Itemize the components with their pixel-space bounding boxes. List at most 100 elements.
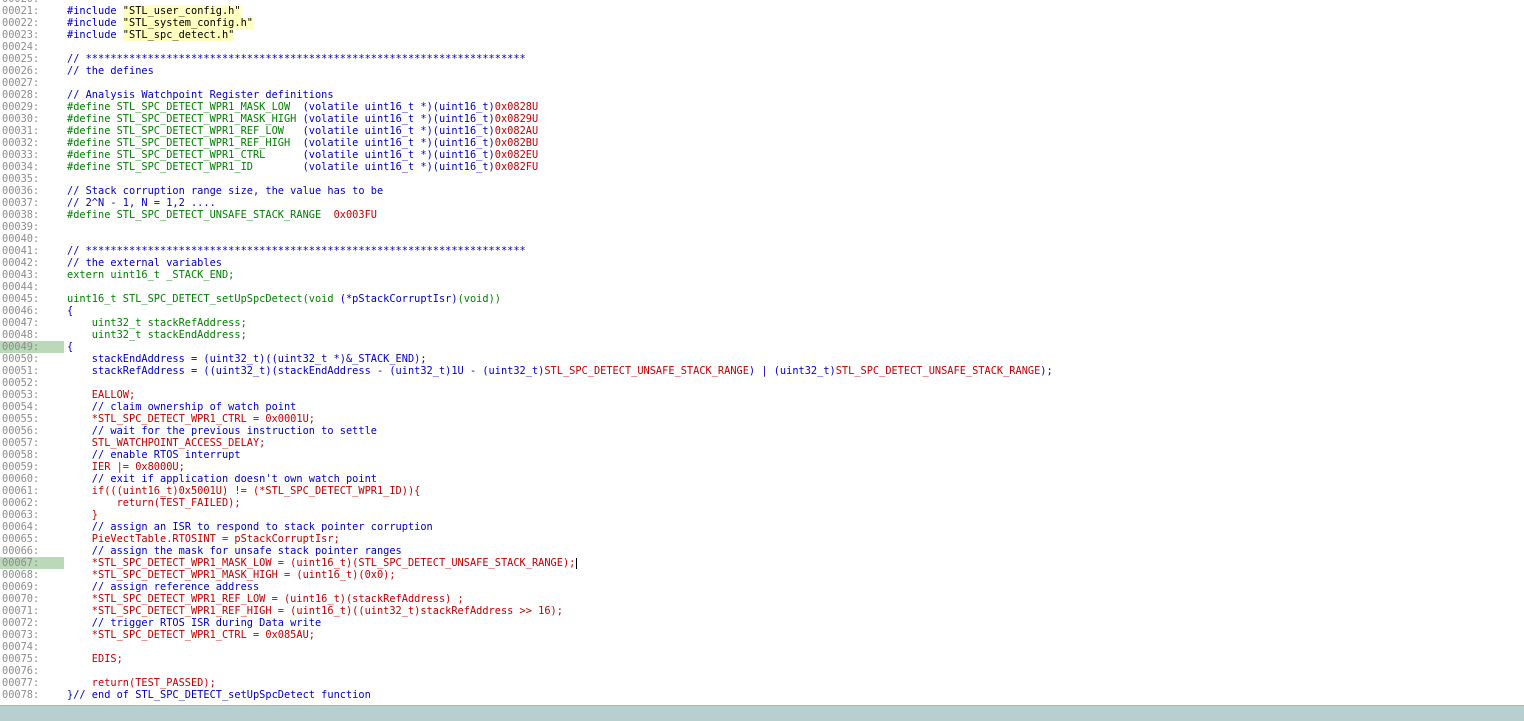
code-line[interactable]: 00053: EALLOW;: [0, 389, 1524, 401]
code-line[interactable]: 00040:: [0, 233, 1524, 245]
code-line[interactable]: 00074:: [0, 641, 1524, 653]
line-number: 00022:: [2, 17, 40, 29]
code-line[interactable]: 00033: #define STL_SPC_DETECT_WPR1_CTRL (…: [0, 149, 1524, 161]
code-line[interactable]: 00034: #define STL_SPC_DETECT_WPR1_ID (vo…: [0, 161, 1524, 173]
code-line[interactable]: 00051: stackRefAddress = ((uint32_t)(sta…: [0, 365, 1524, 377]
code-line[interactable]: 00052:: [0, 377, 1524, 389]
code-line[interactable]: 00054: // claim ownership of watch point: [0, 401, 1524, 413]
code-line[interactable]: 00072: // trigger RTOS ISR during Data w…: [0, 617, 1524, 629]
code-line[interactable]: 00070: *STL_SPC_DETECT_WPR1_REF_LOW = (u…: [0, 593, 1524, 605]
code-line[interactable]: 00027:: [0, 77, 1524, 89]
status-bar: [0, 705, 1524, 721]
code-token: 0x082AU: [494, 125, 539, 137]
code-line[interactable]: 00043: extern uint16_t _STACK_END;: [0, 269, 1524, 281]
code-line[interactable]: 00055: *STL_SPC_DETECT_WPR1_CTRL = 0x000…: [0, 413, 1524, 425]
code-line[interactable]: 00030: #define STL_SPC_DETECT_WPR1_MASK_H…: [0, 113, 1524, 125]
code-token: // claim ownership of watch point: [67, 401, 297, 413]
code-line[interactable]: 00078:}// end of STL_SPC_DETECT_setUpSpc…: [0, 689, 1524, 701]
line-code: #define STL_SPC_DETECT_WPR1_REF_LOW (vol…: [67, 125, 538, 137]
line-code: #include "STL_system_config.h": [67, 17, 253, 29]
code-token: "STL_user_config.h": [122, 5, 241, 17]
code-line[interactable]: 00036: // Stack corruption range size, th…: [0, 185, 1524, 197]
line-number: 00026:: [2, 65, 40, 77]
code-line[interactable]: 00075: EDIS;: [0, 653, 1524, 665]
code-line[interactable]: 00046: {: [0, 305, 1524, 317]
line-code: // assign reference address: [67, 581, 259, 593]
code-line[interactable]: 00076:: [0, 665, 1524, 677]
code-token: EALLOW;: [67, 389, 136, 401]
code-line[interactable]: 00042: // the external variables: [0, 257, 1524, 269]
code-line[interactable]: 00047: uint32_t stackRefAddress;: [0, 317, 1524, 329]
code-token: (uint16_t): [432, 149, 495, 161]
code-line[interactable]: 00049:{: [0, 341, 1524, 353]
code-line[interactable]: 00044:: [0, 281, 1524, 293]
code-editor[interactable]: 00020:00021:#include "STL_user_config.h"…: [0, 0, 1524, 705]
code-line[interactable]: 00068: *STL_SPC_DETECT_WPR1_MASK_HIGH = …: [0, 569, 1524, 581]
line-number: 00027:: [2, 77, 40, 89]
line-number: 00035:: [2, 173, 40, 185]
code-line[interactable]: 00025: // *******************************…: [0, 53, 1524, 65]
code-line[interactable]: 00029: #define STL_SPC_DETECT_WPR1_MASK_L…: [0, 101, 1524, 113]
code-line[interactable]: 00045: uint16_t STL_SPC_DETECT_setUpSpcDe…: [0, 293, 1524, 305]
line-number: 00063:: [2, 509, 40, 521]
code-token: 0x082FU: [494, 161, 539, 173]
code-token: 0x003FU: [333, 209, 377, 221]
line-number: 00064:: [2, 521, 40, 533]
code-line[interactable]: 00071: *STL_SPC_DETECT_WPR1_REF_HIGH = (…: [0, 605, 1524, 617]
code-line[interactable]: 00058: // enable RTOS interrupt: [0, 449, 1524, 461]
code-line[interactable]: 00031: #define STL_SPC_DETECT_WPR1_REF_LO…: [0, 125, 1524, 137]
code-token: #define STL_SPC_DETECT_WPR1_REF_LOW: [67, 125, 303, 137]
code-token: *STL_SPC_DETECT_WPR1_CTRL = 0x085AU;: [67, 629, 315, 641]
line-number: 00073:: [2, 629, 40, 641]
line-number: 00053:: [2, 389, 40, 401]
code-line[interactable]: 00028: // Analysis Watchpoint Register de…: [0, 89, 1524, 101]
code-line[interactable]: 00026: // the defines: [0, 65, 1524, 77]
code-token: #include: [67, 29, 123, 41]
line-number: 00054:: [2, 401, 40, 413]
code-token: #define STL_SPC_DETECT_WPR1_REF_HIGH: [67, 137, 303, 149]
code-line[interactable]: 00021: #include "STL_user_config.h": [0, 5, 1524, 17]
line-code: extern uint16_t _STACK_END;: [67, 269, 234, 281]
code-line[interactable]: 00063: }: [0, 509, 1524, 521]
code-token: (uint16_t): [432, 113, 495, 125]
code-line[interactable]: 00037: // 2^N - 1, N = 1,2 ....: [0, 197, 1524, 209]
code-line[interactable]: 00032: #define STL_SPC_DETECT_WPR1_REF_HI…: [0, 137, 1524, 149]
line-number: 00032:: [2, 137, 40, 149]
code-line[interactable]: 00048: uint32_t stackEndAddress;: [0, 329, 1524, 341]
code-line[interactable]: 00050: stackEndAddress = (uint32_t)((uin…: [0, 353, 1524, 365]
code-line[interactable]: 00060: // exit if application doesn't ow…: [0, 473, 1524, 485]
line-number: 00056:: [2, 425, 40, 437]
line-code: // wait for the previous instruction to …: [67, 425, 377, 437]
code-line[interactable]: 00035:: [0, 173, 1524, 185]
code-token: ) | (uint32_t): [748, 365, 836, 377]
code-line[interactable]: 00069: // assign reference address: [0, 581, 1524, 593]
code-line[interactable]: 00056: // wait for the previous instruct…: [0, 425, 1524, 437]
code-line[interactable]: 00073: *STL_SPC_DETECT_WPR1_CTRL = 0x085…: [0, 629, 1524, 641]
code-line[interactable]: 00064: // assign an ISR to respond to st…: [0, 521, 1524, 533]
code-token: #define STL_SPC_DETECT_WPR1_MASK_LOW: [67, 101, 303, 113]
line-code: *STL_SPC_DETECT_WPR1_CTRL = 0x085AU;: [67, 629, 315, 641]
code-line[interactable]: 00022: #include "STL_system_config.h": [0, 17, 1524, 29]
code-token: #include: [67, 5, 123, 17]
code-line[interactable]: 00077: return(TEST_PASSED);: [0, 677, 1524, 689]
line-code: #define STL_SPC_DETECT_WPR1_REF_HIGH (vo…: [67, 137, 538, 149]
code-token: STL_SPC_DETECT_UNSAFE_STACK_RANGE: [835, 365, 1041, 377]
line-code: // assign an ISR to respond to stack poi…: [67, 521, 433, 533]
code-line[interactable]: 00041: // *******************************…: [0, 245, 1524, 257]
code-token: }// end of STL_SPC_DETECT_setUpSpcDetect…: [67, 689, 371, 701]
line-number: 00031:: [2, 125, 40, 137]
code-line[interactable]: 00038: #define STL_SPC_DETECT_UNSAFE_STAC…: [0, 209, 1524, 221]
code-line[interactable]: 00057: STL_WATCHPOINT_ACCESS_DELAY;: [0, 437, 1524, 449]
code-line[interactable]: 00066: // assign the mask for unsafe sta…: [0, 545, 1524, 557]
code-line[interactable]: 00024:: [0, 41, 1524, 53]
code-line[interactable]: 00039:: [0, 221, 1524, 233]
code-line[interactable]: 00065: PieVectTable.RTOSINT = pStackCorr…: [0, 533, 1524, 545]
code-line[interactable]: 00059: IER |= 0x8000U;: [0, 461, 1524, 473]
line-number: 00060:: [2, 473, 40, 485]
code-line[interactable]: 00061: if(((uint16_t)0x5001U) != (*STL_S…: [0, 485, 1524, 497]
code-line[interactable]: 00023: #include "STL_spc_detect.h": [0, 29, 1524, 41]
line-code: #define STL_SPC_DETECT_UNSAFE_STACK_RANG…: [67, 209, 377, 221]
code-line[interactable]: 00067: *STL_SPC_DETECT_WPR1_MASK_LOW = (…: [0, 557, 1524, 569]
code-line[interactable]: 00062: return(TEST_FAILED);: [0, 497, 1524, 509]
code-token: // exit if application doesn't own watch…: [67, 473, 377, 485]
